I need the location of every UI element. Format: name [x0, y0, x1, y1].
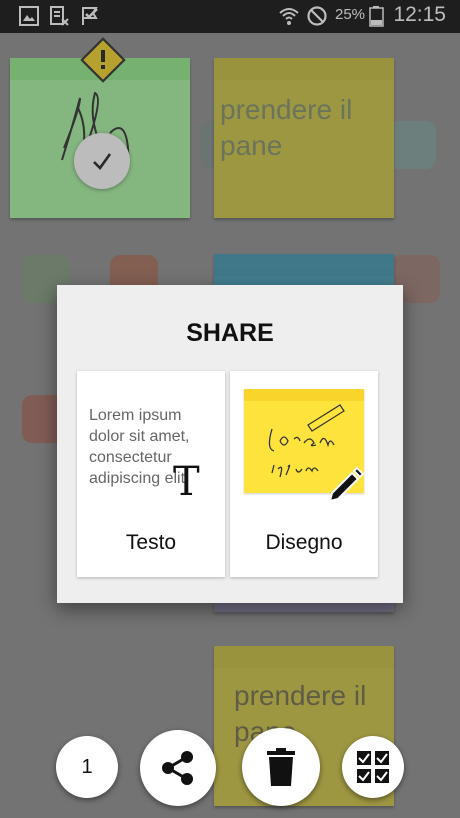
- share-drawing-label: Disegno: [265, 531, 343, 554]
- share-drawing-option[interactable]: Disegno: [230, 371, 378, 577]
- share-text-label: Testo: [125, 531, 177, 554]
- delete-button[interactable]: [242, 728, 320, 806]
- dialog-title: SHARE: [186, 319, 274, 347]
- share-text-option[interactable]: Lorem ipsum dolor sit amet, consectetur …: [77, 371, 225, 577]
- selection-count-button[interactable]: 1: [56, 736, 118, 798]
- share-icon: [162, 751, 193, 785]
- select-all-icon: [357, 751, 389, 783]
- select-all-button[interactable]: [342, 736, 404, 798]
- text-t-icon: T: [173, 459, 200, 505]
- pencil-icon: [328, 466, 365, 503]
- trash-icon: [267, 748, 295, 786]
- share-button[interactable]: [140, 730, 216, 806]
- share-dialog: SHARE Lorem ipsum dolor sit amet, consec…: [57, 285, 403, 603]
- selection-count: 1: [81, 755, 93, 778]
